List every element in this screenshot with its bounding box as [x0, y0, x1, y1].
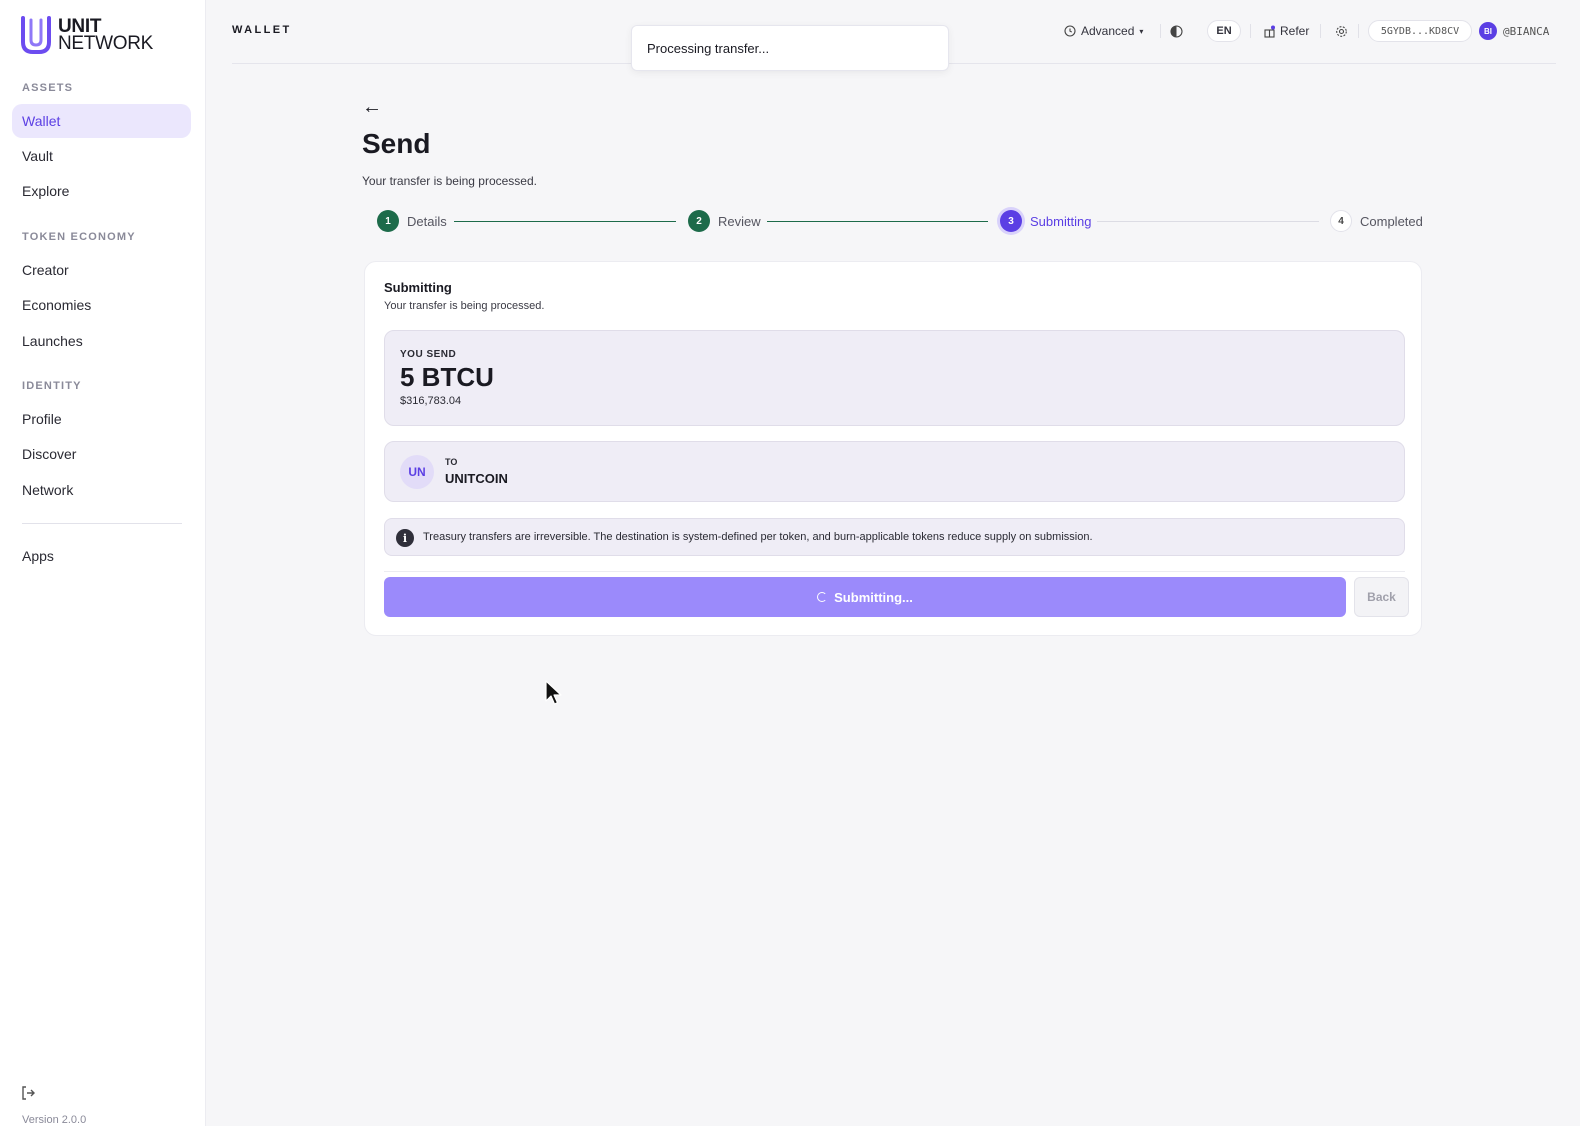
gift-icon: [1264, 25, 1275, 38]
sidebar-item-launches[interactable]: Launches: [12, 324, 191, 358]
nav-section-identity: IDENTITY: [22, 380, 82, 392]
sidebar-item-creator[interactable]: Creator: [12, 253, 191, 287]
sidebar-item-vault[interactable]: Vault: [12, 139, 191, 173]
info-icon: i: [396, 529, 414, 547]
unit-network-logo-icon: [21, 16, 51, 54]
step-number: 4: [1330, 210, 1352, 232]
recipient-avatar: UN: [400, 455, 434, 489]
logout-icon[interactable]: [20, 1085, 36, 1101]
sidebar-item-profile[interactable]: Profile: [12, 402, 191, 436]
nav-section-assets: ASSETS: [22, 82, 74, 94]
step-completed: 4 Completed: [1330, 210, 1423, 232]
brand-logo[interactable]: UNIT NETWORK: [20, 16, 153, 54]
refer-button[interactable]: Refer: [1263, 20, 1309, 42]
back-arrow-icon[interactable]: ←: [362, 96, 382, 119]
sidebar-item-network[interactable]: Network: [12, 473, 191, 507]
step-label: Review: [718, 213, 761, 229]
step-number: 2: [688, 210, 710, 232]
send-amount-box: YOU SEND 5 BTCU $316,783.04: [384, 330, 1405, 426]
submit-button[interactable]: Submitting...: [384, 577, 1346, 617]
page-section-title: WALLET: [232, 24, 292, 36]
send-amount: 5 BTCU: [400, 362, 494, 392]
settings-button[interactable]: [1335, 20, 1348, 42]
card-title: Submitting: [384, 280, 452, 295]
user-menu[interactable]: BI @BIANCA: [1479, 20, 1549, 42]
app-version: Version 2.0.0: [22, 1114, 87, 1126]
sidebar-item-apps[interactable]: Apps: [12, 539, 191, 573]
nav-section-token-economy: TOKEN ECONOMY: [22, 231, 136, 243]
sidebar-item-wallet[interactable]: Wallet: [12, 104, 191, 138]
advanced-mode-dropdown[interactable]: Advanced ▾: [1064, 20, 1143, 42]
chevron-down-icon: ▾: [1139, 26, 1144, 36]
send-label: YOU SEND: [400, 349, 457, 360]
brand-name: UNIT NETWORK: [58, 17, 154, 54]
submit-label: Submitting...: [834, 589, 913, 605]
step-number: 3: [1000, 210, 1022, 232]
sidebar: UNIT NETWORK ASSETS Wallet Vault Explore…: [0, 0, 206, 1126]
info-text: Treasury transfers are irreversible. The…: [423, 531, 1093, 543]
page-title: Send: [362, 128, 431, 159]
sidebar-divider: [22, 523, 182, 524]
topbar-separator: [1320, 24, 1321, 38]
step-label: Submitting: [1030, 213, 1092, 229]
step-connector: [1097, 221, 1319, 222]
sidebar-item-discover[interactable]: Discover: [12, 437, 191, 471]
gear-icon: [1336, 25, 1347, 37]
theme-toggle-button[interactable]: [1170, 20, 1183, 42]
processing-toast: Processing transfer...: [631, 25, 949, 71]
sidebar-item-explore[interactable]: Explore: [12, 174, 191, 208]
language-selector[interactable]: EN: [1207, 20, 1241, 42]
advanced-mode-label: Advanced: [1081, 24, 1135, 38]
step-review: 2 Review: [688, 210, 761, 232]
contrast-icon: [1170, 24, 1183, 38]
card-subtitle: Your transfer is being processed.: [384, 300, 545, 312]
topbar-separator: [1358, 24, 1359, 38]
back-button[interactable]: Back: [1354, 577, 1409, 617]
avatar: BI: [1479, 22, 1497, 40]
mouse-cursor-icon: [545, 680, 562, 705]
wallet-address[interactable]: 5GYDB...KD8CV: [1368, 20, 1472, 42]
step-label: Completed: [1360, 213, 1423, 229]
page-subtitle: Your transfer is being processed.: [362, 174, 537, 188]
info-notice: i Treasury transfers are irreversible. T…: [384, 518, 1405, 556]
refer-label: Refer: [1280, 24, 1310, 38]
recipient-box: UN TO UNITCOIN: [384, 441, 1405, 502]
topbar-separator: [1160, 24, 1161, 38]
step-submitting: 3 Submitting: [1000, 210, 1091, 232]
send-usd-value: $316,783.04: [400, 395, 462, 407]
recipient-name: UNITCOIN: [445, 471, 508, 486]
topbar-separator: [1250, 24, 1251, 38]
step-details: 1 Details: [377, 210, 447, 232]
step-number: 1: [377, 210, 399, 232]
spinner-icon: [817, 592, 828, 602]
username: @BIANCA: [1503, 24, 1550, 38]
clock-icon: [1064, 25, 1076, 37]
submit-card: Submitting Your transfer is being proces…: [364, 261, 1422, 636]
sidebar-item-economies[interactable]: Economies: [12, 288, 191, 322]
step-connector: [767, 221, 988, 222]
step-label: Details: [407, 213, 447, 229]
card-divider: [384, 571, 1405, 572]
step-connector: [454, 221, 676, 222]
brand-line2: NETWORK: [58, 33, 154, 54]
recipient-label: TO: [445, 457, 458, 467]
